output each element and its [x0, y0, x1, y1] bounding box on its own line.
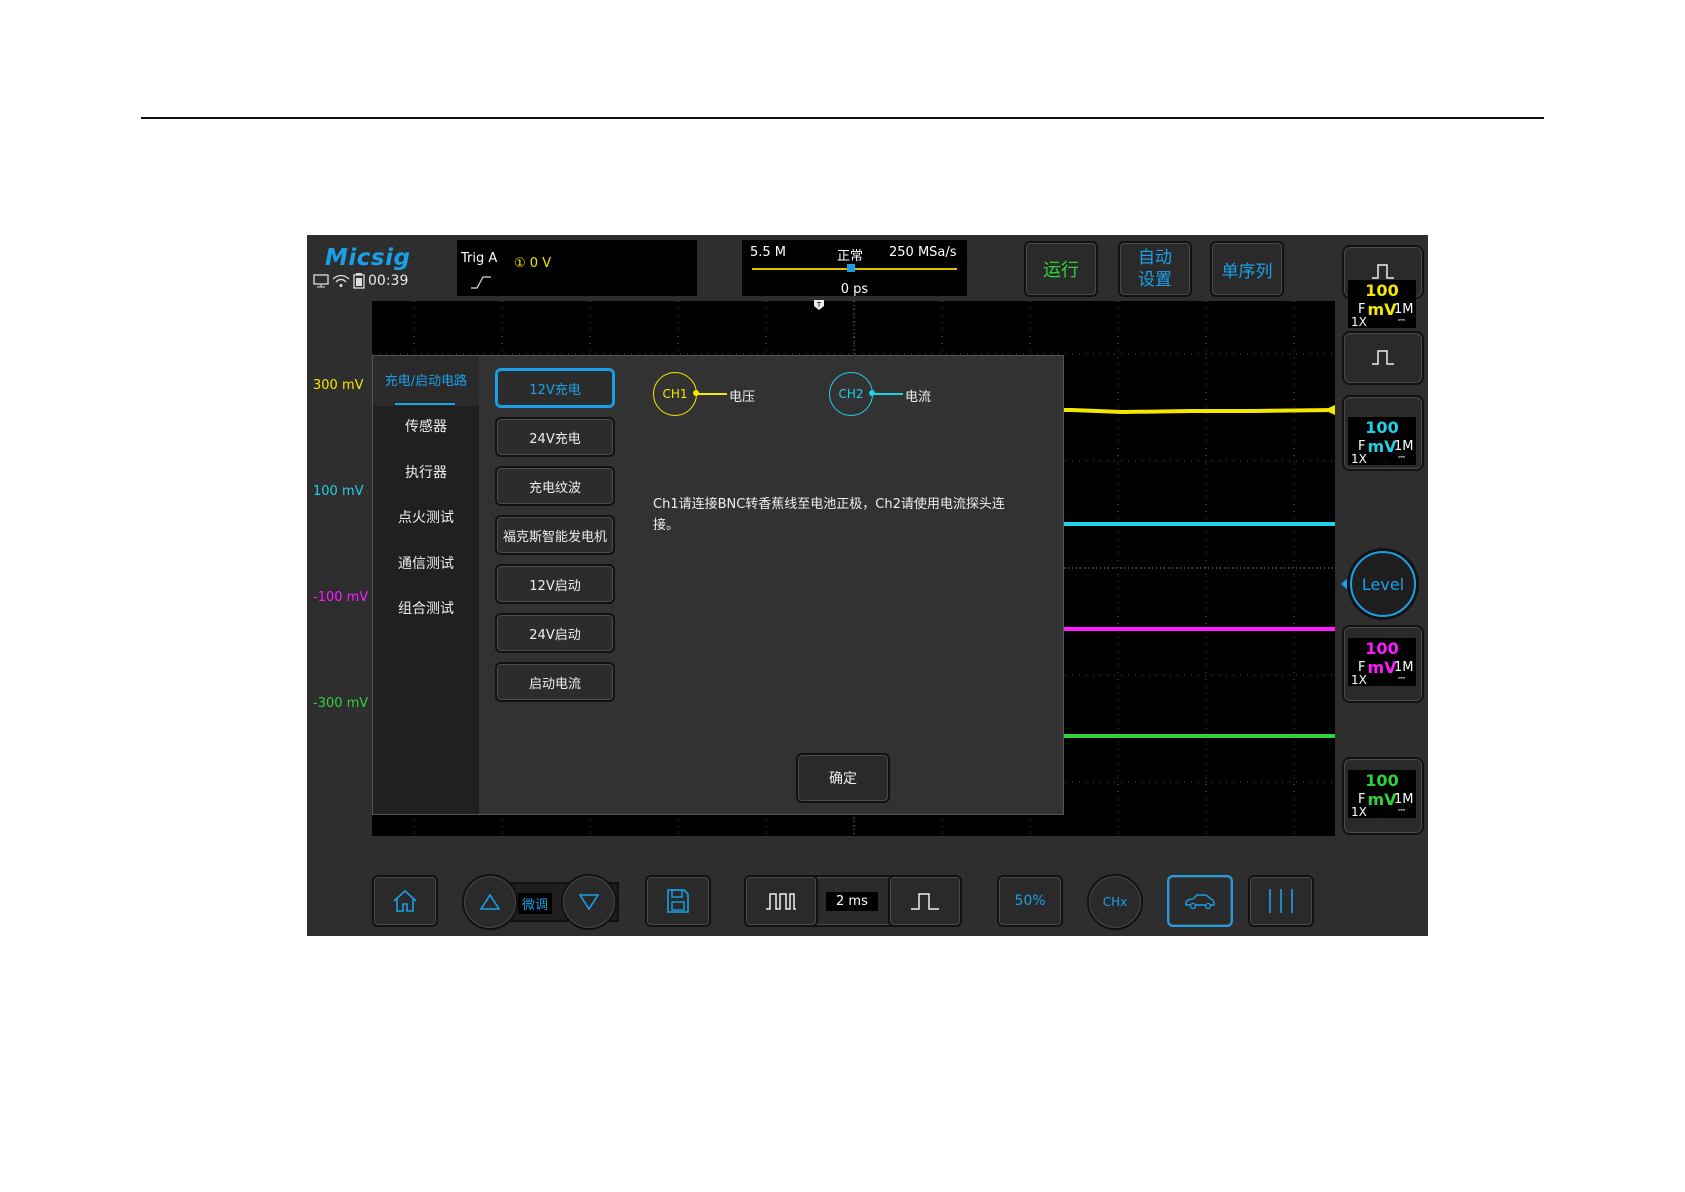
category-combined[interactable]: 组合测试	[373, 598, 479, 618]
ch2-signal: 电流	[905, 390, 932, 405]
save-icon	[667, 889, 689, 913]
trigger-label: Trig A	[461, 251, 498, 266]
acquisition-panel[interactable]: 5.5 M 正常 250 MSa/s 0 ps	[742, 240, 967, 297]
increment-button[interactable]	[462, 874, 518, 930]
battery-icon	[353, 273, 365, 289]
ch3-scale-box[interactable]: 100 mV F 1M 1X ⎓	[1348, 638, 1416, 687]
connection-instruction: Ch1请连接BNC转香蕉线至电池正极，Ch2请使用电流探头连接。	[653, 497, 1005, 533]
ch2-badge: CH2	[829, 372, 873, 416]
sample-rate: 250 MSa/s	[889, 245, 957, 260]
sub-start-current[interactable]: 启动电流	[495, 662, 615, 702]
svg-text:T: T	[816, 301, 822, 309]
fifty-percent-label: 50%	[1014, 893, 1046, 909]
brand-logo: Micsig	[325, 245, 411, 271]
ch4-probe: 1X	[1351, 805, 1367, 819]
ch3-probe: 1X	[1351, 673, 1367, 687]
ch1-scale-box[interactable]: 100 mV F 1M 1X ⎓	[1348, 280, 1416, 329]
rising-edge-icon	[471, 276, 491, 289]
memory-position-marker	[847, 264, 855, 272]
category-charging-start[interactable]: 充电/启动电路	[373, 370, 479, 389]
ch1-impedance: 1M	[1394, 302, 1414, 317]
timebase-decrease-button[interactable]	[744, 875, 818, 927]
category-ignition[interactable]: 点火测试	[373, 507, 479, 527]
sub-focus-alternator[interactable]: 福克斯智能发电机	[495, 515, 615, 555]
ch2-menu-button[interactable]	[1342, 331, 1424, 385]
category-header[interactable]: 充电/启动电路	[373, 356, 479, 406]
sub-charge-ripple[interactable]: 充电纹波	[495, 466, 615, 506]
run-button[interactable]: 运行	[1024, 241, 1098, 297]
category-actuator[interactable]: 执行器	[373, 462, 479, 482]
wifi-icon	[332, 274, 350, 287]
automotive-button[interactable]	[1167, 875, 1233, 927]
diagnostic-dialog: 充电/启动电路 传感器 执行器 点火测试 通信测试 组合测试 12V充电 24V…	[372, 355, 1064, 815]
top-rule	[141, 117, 1544, 119]
car-icon	[1185, 894, 1215, 910]
ch2-impedance: 1M	[1394, 439, 1414, 454]
pulse-icon	[1372, 350, 1394, 365]
save-button[interactable]	[645, 875, 711, 927]
single-sequence-button[interactable]: 单序列	[1210, 241, 1284, 297]
level-knob[interactable]: Level	[1350, 551, 1416, 617]
level-arrow-icon	[1341, 579, 1347, 589]
ch1-connector	[697, 393, 727, 395]
oscilloscope-screen: Micsig 00:39 Trig A ① 0 V 5.5 M 正常 250 M…	[307, 235, 1428, 936]
dc-icon: ⎓	[1398, 806, 1406, 816]
ch4-impedance: 1M	[1394, 792, 1414, 807]
cursor-button[interactable]	[1248, 875, 1314, 927]
status-bar: 00:39	[313, 273, 408, 289]
confirm-button[interactable]: 确定	[796, 753, 890, 803]
trigger-level: ① 0 V	[514, 256, 552, 271]
ch4-scale-box[interactable]: 100 mV F 1M 1X ⎓	[1348, 770, 1416, 819]
memory-depth: 5.5 M	[750, 245, 787, 260]
ch1-signal: 电压	[729, 390, 756, 405]
fine-adjust-label[interactable]: 微调	[518, 893, 553, 914]
wide-pulse-icon	[766, 893, 796, 910]
sub-24v-start[interactable]: 24V启动	[495, 613, 615, 653]
auto-setup-label-2: 设置	[1138, 270, 1172, 290]
ch2-scale-box[interactable]: 100 mV F 1M 1X ⎓	[1348, 417, 1416, 466]
pulse-icon	[1372, 264, 1394, 279]
monitor-icon	[313, 274, 329, 288]
channel-select-button[interactable]: CHx	[1087, 874, 1143, 930]
ch2-connector	[873, 393, 903, 395]
ch2-offset-label: 100 mV	[313, 484, 364, 499]
decrement-button[interactable]	[561, 874, 617, 930]
ch1-badge: CH1	[653, 372, 697, 416]
trigger-panel[interactable]: Trig A ① 0 V	[457, 240, 697, 296]
auto-setup-button[interactable]: 自动 设置	[1118, 241, 1192, 297]
up-triangle-icon	[480, 894, 500, 910]
cursor-icon	[1269, 889, 1293, 913]
time-offset: 0 ps	[840, 282, 869, 297]
sub-12v-charge[interactable]: 12V充电	[495, 368, 615, 408]
fifty-percent-button[interactable]: 50%	[997, 875, 1063, 927]
auto-setup-label-1: 自动	[1138, 248, 1172, 268]
acquisition-mode: 正常	[837, 249, 864, 264]
ch1-offset-label: 300 mV	[313, 378, 364, 393]
ch1-connector-dot	[693, 390, 699, 396]
timebase-value: 2 ms	[826, 892, 878, 911]
selected-underline	[395, 403, 455, 405]
clock: 00:39	[368, 273, 409, 289]
down-triangle-icon	[579, 894, 599, 910]
dc-icon: ⎓	[1398, 674, 1406, 684]
narrow-pulse-icon	[911, 893, 939, 910]
trigger-position-icon[interactable]: T	[813, 299, 825, 311]
ch2-probe: 1X	[1351, 452, 1367, 466]
sub-12v-start[interactable]: 12V启动	[495, 564, 615, 604]
ch1-probe: 1X	[1351, 315, 1367, 329]
home-button[interactable]	[372, 875, 438, 927]
home-icon	[393, 889, 417, 912]
trigger-level-marker	[1324, 405, 1335, 415]
ch3-offset-label: -100 mV	[313, 590, 369, 605]
chx-label: CHx	[1102, 895, 1128, 909]
category-communication[interactable]: 通信测试	[373, 553, 479, 573]
timebase-increase-button[interactable]	[888, 875, 962, 927]
dc-icon: ⎓	[1398, 453, 1406, 463]
sub-24v-charge[interactable]: 24V充电	[495, 417, 615, 457]
dc-icon: ⎓	[1398, 316, 1406, 326]
ch4-offset-label: -300 mV	[313, 696, 369, 711]
ch2-connector-dot	[869, 390, 875, 396]
category-sensor[interactable]: 传感器	[373, 416, 479, 436]
ch3-impedance: 1M	[1394, 660, 1414, 675]
